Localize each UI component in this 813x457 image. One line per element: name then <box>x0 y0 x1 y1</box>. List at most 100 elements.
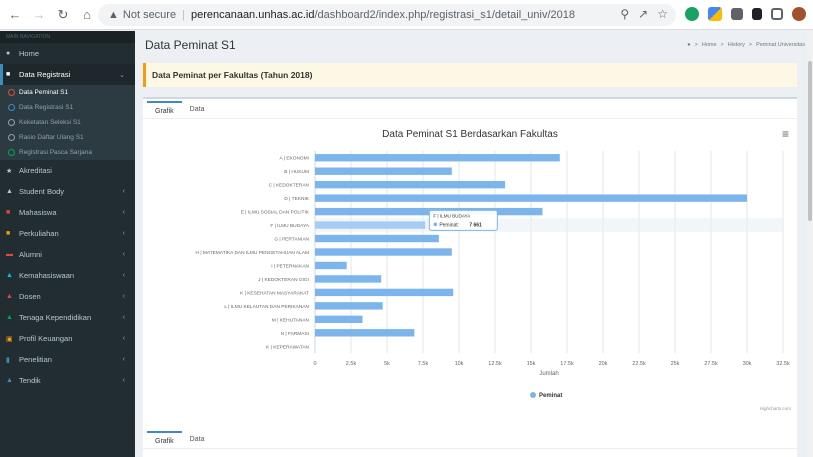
tab-grafik-2[interactable]: Grafik <box>147 431 182 448</box>
money-icon: ▣ <box>6 335 13 343</box>
back-icon[interactable]: ← <box>6 6 24 24</box>
sidebar-item-home[interactable]: ● Home <box>0 43 135 64</box>
bar-chart: Data Peminat S1 Berdasarkan Fakultas 0 2.5… <box>143 121 797 417</box>
url-path: /dashboard2/index.php/registrasi_s1/deta… <box>314 9 576 21</box>
callout-banner: Data Peminat per Fakultas (Tahun 2018) <box>143 63 797 87</box>
forward-icon[interactable]: → <box>30 6 48 24</box>
category-label: D | TEKNIK <box>284 196 309 202</box>
bar <box>315 167 452 175</box>
category-label: C | KEDOKTERAN <box>269 183 310 189</box>
bar <box>315 329 415 337</box>
legend-label: Peminat <box>539 393 562 399</box>
sidebar-item-label: Kemahasiswaan <box>19 271 75 280</box>
bookmark-star-icon[interactable]: ☆ <box>657 7 668 21</box>
sidebar-item-mahasiswa[interactable]: ■ Mahasiswa ‹ <box>0 202 135 223</box>
x-tick-label: 7.5k <box>418 361 429 367</box>
category-label: B | HUKUM <box>284 169 309 175</box>
bar <box>315 315 363 324</box>
submenu-item-data-registrasi[interactable]: Data Registrasi S1 <box>0 100 135 115</box>
tab-bar: Grafik Data <box>143 99 797 119</box>
page-scrollbar[interactable] <box>807 31 813 457</box>
sidebar-item-kemahasiswaan[interactable]: ▲ Kemahasiswaan ‹ <box>0 265 135 286</box>
chart-title: Data Peminat S1 Berdasarkan Fakultas <box>382 129 558 140</box>
x-tick-label: 20k <box>599 361 608 367</box>
submenu-item-pasca[interactable]: Registrasi Pasca Sarjana <box>0 145 135 160</box>
address-separator: | <box>182 9 185 21</box>
sidebar-item-alumni[interactable]: ▬ Alumni ‹ <box>0 244 135 265</box>
category-label: N | FARMASI <box>281 331 309 337</box>
book-icon: ■ <box>6 230 11 237</box>
profile-avatar[interactable] <box>792 7 806 21</box>
extension-puzzle-icon[interactable] <box>731 8 743 20</box>
address-bar[interactable]: ▲ Not secure | perencanaan.unhas.ac.id/d… <box>98 4 676 26</box>
bar <box>315 288 454 297</box>
extension-pin-icon[interactable] <box>752 8 762 20</box>
submenu-item-keketatan[interactable]: Keketatan Seleksi S1 <box>0 115 135 130</box>
breadcrumb-home[interactable]: Home <box>702 42 717 48</box>
sidebar-item-tendik[interactable]: ▲ Tendik ‹ <box>0 370 135 391</box>
dashboard-icon: ● <box>687 42 691 48</box>
breadcrumb-separator: > <box>694 42 698 48</box>
reload-icon[interactable]: ↻ <box>54 6 72 24</box>
scrollbar-thumb[interactable] <box>808 61 812 221</box>
share-icon[interactable]: ↗ <box>638 7 648 21</box>
tab-grafik[interactable]: Grafik <box>147 101 182 118</box>
submenu-item-data-peminat[interactable]: Data Peminat S1 <box>0 85 135 100</box>
bar <box>315 275 382 283</box>
tooltip-value: 7 661 <box>469 222 482 228</box>
person-icon: ▲ <box>6 272 13 279</box>
tooltip-marker <box>433 222 438 227</box>
main-content: Data Peminat S1 ● > Home > History > Pem… <box>135 31 813 457</box>
submenu-item-rasio[interactable]: Rasio Daftar Ulang S1 <box>0 130 135 145</box>
sidebar-item-akreditasi[interactable]: ★ Akreditasi <box>0 160 135 181</box>
chevron-left-icon: ‹ <box>122 209 125 216</box>
bar <box>315 261 347 270</box>
tab-data-2[interactable]: Data <box>182 431 213 448</box>
sidebar-item-penelitian[interactable]: ▮ Penelitian ‹ <box>0 349 135 370</box>
tooltip-label: F | ILMU BUDAYA <box>433 213 471 218</box>
sidebar-item-dosen[interactable]: ▲ Dosen ‹ <box>0 286 135 307</box>
x-tick-label: 15k <box>527 361 536 367</box>
category-label: K | KEPERAWATAN <box>266 344 309 350</box>
sidebar-item-label: Tenaga Kependidikan <box>19 313 92 322</box>
home-icon[interactable]: ⌂ <box>78 6 96 24</box>
breadcrumb-current: Peminat Universitas <box>756 42 805 48</box>
chevron-left-icon: ‹ <box>122 356 125 363</box>
zoom-icon[interactable]: ⚲ <box>620 7 629 21</box>
extension-multicolor-icon[interactable] <box>708 7 722 21</box>
x-tick-label: 25k <box>671 361 680 367</box>
x-tick-label: 0 <box>313 361 316 367</box>
sidebar-item-perkuliahan[interactable]: ■ Perkuliahan ‹ <box>0 223 135 244</box>
tooltip-series: Peminat: <box>439 222 459 228</box>
chart-menu-icon[interactable]: ≡ <box>782 127 789 141</box>
circle-icon <box>8 134 15 141</box>
chevron-left-icon: ‹ <box>122 188 125 195</box>
chevron-left-icon: ‹ <box>122 377 125 384</box>
sidebar-item-label: Dosen <box>19 292 41 301</box>
sidebar-item-data-registrasi[interactable]: ■ Data Registrasi ⌄ <box>0 64 135 85</box>
url-host: perencanaan.unhas.ac.id <box>190 9 315 21</box>
sidebar-item-keuangan[interactable]: ▣ Profil Keuangan ‹ <box>0 328 135 349</box>
tab-data[interactable]: Data <box>182 101 213 118</box>
sidepanel-icon[interactable] <box>771 8 783 20</box>
chevron-left-icon: ‹ <box>122 293 125 300</box>
circle-icon <box>8 149 15 156</box>
sidebar-item-label: Profil Keuangan <box>19 334 73 343</box>
sidebar-item-student-body[interactable]: ▲ Student Body ‹ <box>0 181 135 202</box>
bar <box>315 194 747 202</box>
category-label: F | ILMU BUDAYA <box>270 223 309 229</box>
category-label: H | MATEMATIKA DAN ILMU PENGETAHUAN ALAM <box>196 250 309 256</box>
breadcrumb-separator: > <box>748 42 753 48</box>
second-box: Grafik Data <box>143 429 797 457</box>
bar <box>315 154 560 162</box>
x-tick-label: 27.5k <box>704 361 718 367</box>
sidebar-item-label: Alumni <box>19 250 42 259</box>
extension-green-icon[interactable] <box>685 7 699 21</box>
sidebar-item-tenaga[interactable]: ▲ Tenaga Kependidikan ‹ <box>0 307 135 328</box>
breadcrumb-history[interactable]: History <box>728 42 745 48</box>
bar <box>315 180 506 189</box>
chevron-left-icon: ‹ <box>122 230 125 237</box>
chevron-left-icon: ‹ <box>122 251 125 258</box>
sidebar: MAIN NAVIGATION ● Home ■ Data Registrasi… <box>0 31 135 457</box>
chart-credits[interactable]: Highcharts.com <box>760 406 791 411</box>
